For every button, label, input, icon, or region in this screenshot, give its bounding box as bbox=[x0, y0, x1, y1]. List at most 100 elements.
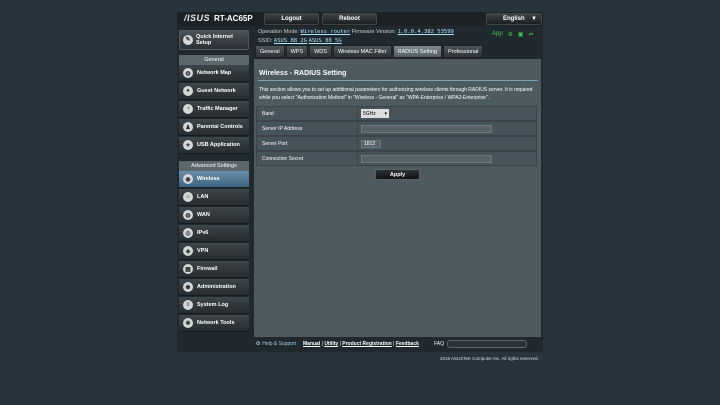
lan-icon: ⌂ bbox=[183, 192, 193, 202]
server-ip-label: Server IP Address bbox=[262, 125, 303, 132]
help-support[interactable]: ✪ Help & Support bbox=[256, 341, 296, 347]
page-title: Wireless - RADIUS Setting bbox=[259, 70, 347, 77]
guest-icon: ● bbox=[183, 86, 193, 96]
quick-internet-setup-button[interactable]: ✎ Quick Internet Setup bbox=[179, 30, 249, 50]
sidebar-item-usb-application[interactable]: ✦ USB Application bbox=[179, 137, 249, 154]
copyright-text: 2019 ASUSTeK Computer Inc. All rights re… bbox=[440, 356, 539, 361]
server-port-label: Server Port bbox=[262, 140, 288, 147]
advanced-section-header: Advanced Settings bbox=[179, 161, 249, 171]
sidebar-item-label: System Log bbox=[197, 302, 229, 308]
firmware-link[interactable]: 1.0.0.4.382_53599 bbox=[398, 29, 454, 35]
sidebar-item-wan[interactable]: ◍ WAN bbox=[179, 207, 249, 224]
help-icon: ✪ bbox=[256, 341, 261, 347]
tab-general[interactable]: General bbox=[255, 45, 285, 58]
faq-label: FAQ bbox=[434, 341, 445, 347]
sidebar-item-parental-controls[interactable]: ♟ Parental Controls bbox=[179, 119, 249, 136]
ssid-2g-link[interactable]: ASUS_88_2G bbox=[274, 38, 307, 44]
tab-bar: General WPS WDS Wireless MAC Filter RADI… bbox=[255, 45, 484, 58]
sidebar-item-label: USB Application bbox=[197, 142, 240, 148]
sidebar-item-lan[interactable]: ⌂ LAN bbox=[179, 189, 249, 206]
sidebar-item-system-log[interactable]: ≡ System Log bbox=[179, 297, 249, 314]
sidebar-item-vpn[interactable]: ◈ VPN bbox=[179, 243, 249, 260]
vpn-icon: ◈ bbox=[183, 246, 193, 256]
operation-mode-link[interactable]: Wireless router bbox=[301, 29, 351, 35]
usb-status-icon[interactable]: ▣ bbox=[518, 31, 524, 38]
qis-icon: ✎ bbox=[183, 35, 193, 45]
gauge-icon: ◔ bbox=[183, 104, 193, 114]
sidebar-item-wireless[interactable]: ◉ Wireless bbox=[179, 171, 249, 188]
model-name: RT-AC65P bbox=[214, 14, 253, 23]
sidebar-item-ipv6[interactable]: ◎ IPv6 bbox=[179, 225, 249, 242]
ssid-label: SSID: bbox=[258, 38, 273, 44]
manual-link[interactable]: Manual bbox=[303, 341, 320, 347]
firmware-label: Firmware Version: bbox=[351, 29, 397, 35]
band-select[interactable]: 5GHz ▾ bbox=[361, 109, 389, 118]
chevron-down-icon: ▼ bbox=[531, 16, 537, 22]
server-port-input[interactable]: 1812 bbox=[361, 139, 381, 148]
firewall-icon: ▦ bbox=[183, 264, 193, 274]
chevron-down-icon: ▾ bbox=[384, 110, 387, 117]
wan-globe-icon: ◍ bbox=[183, 210, 193, 220]
tab-wps[interactable]: WPS bbox=[285, 45, 309, 58]
tab-radius-setting[interactable]: RADIUS Setting bbox=[392, 45, 442, 58]
app-label[interactable]: App bbox=[492, 31, 503, 38]
band-row: Band 5GHz ▾ bbox=[256, 106, 537, 121]
sidebar-item-administration[interactable]: ♚ Administration bbox=[179, 279, 249, 296]
tab-wds[interactable]: WDS bbox=[309, 45, 332, 58]
wifi-icon: ◉ bbox=[183, 174, 193, 184]
logout-button[interactable]: Logout bbox=[264, 13, 319, 25]
connection-secret-row: Connection Secret bbox=[256, 151, 537, 166]
status-info: Operation Mode: Wireless router Firmware… bbox=[258, 28, 454, 46]
sidebar-item-label: Parental Controls bbox=[197, 124, 243, 130]
band-value: 5GHz bbox=[363, 110, 376, 117]
asus-logo: /ISUS bbox=[184, 13, 211, 23]
server-ip-input[interactable] bbox=[361, 124, 492, 133]
qis-label-line2: Setup bbox=[196, 40, 212, 46]
connection-secret-input[interactable] bbox=[361, 154, 492, 163]
connection-secret-label: Connection Secret bbox=[262, 155, 304, 162]
language-value: English bbox=[503, 16, 525, 22]
tab-wireless-mac-filter[interactable]: Wireless MAC Filter bbox=[332, 45, 392, 58]
sidebar-item-label: WAN bbox=[197, 212, 210, 218]
sidebar-item-label: Guest Network bbox=[197, 88, 236, 94]
footer-links: Manual | Utility | Product Registration … bbox=[303, 341, 419, 347]
tools-icon: ✱ bbox=[183, 318, 193, 328]
sidebar-item-label: Administration bbox=[197, 284, 236, 290]
clients-icon[interactable]: ⊕ bbox=[508, 31, 513, 38]
sidebar-item-network-tools[interactable]: ✱ Network Tools bbox=[179, 315, 249, 332]
puzzle-icon: ✦ bbox=[183, 140, 193, 150]
product-registration-link[interactable]: Product Registration bbox=[342, 341, 391, 347]
network-icon[interactable]: ⇌ bbox=[528, 31, 533, 38]
sidebar-item-traffic-manager[interactable]: ◔ Traffic Manager bbox=[179, 101, 249, 118]
log-icon: ≡ bbox=[183, 300, 193, 310]
parental-icon: ♟ bbox=[183, 122, 193, 132]
status-icons: App ⊕ ▣ ⇌ bbox=[492, 31, 533, 38]
sidebar-item-label: Network Map bbox=[197, 70, 232, 76]
sidebar-item-label: LAN bbox=[197, 194, 209, 200]
operation-mode-label: Operation Mode: bbox=[258, 29, 299, 35]
sidebar-item-label: IPv6 bbox=[197, 230, 209, 236]
language-select[interactable]: English ▼ bbox=[486, 13, 542, 25]
apply-button[interactable]: Apply bbox=[375, 169, 420, 180]
tab-professional[interactable]: Professional bbox=[442, 45, 484, 58]
ssid-5g-link[interactable]: ASUS_88_5G bbox=[309, 38, 342, 44]
sidebar-item-label: Network Tools bbox=[197, 320, 235, 326]
reboot-button[interactable]: Reboot bbox=[322, 13, 377, 25]
sidebar-item-label: Wireless bbox=[197, 176, 220, 182]
server-port-row: Server Port 1812 bbox=[256, 136, 537, 151]
general-section-header: General bbox=[179, 55, 249, 65]
server-ip-row: Server IP Address bbox=[256, 121, 537, 136]
band-label: Band bbox=[262, 110, 274, 117]
sidebar-item-label: Firewall bbox=[197, 266, 218, 272]
sidebar-item-guest-network[interactable]: ● Guest Network bbox=[179, 83, 249, 100]
utility-link[interactable]: Utility bbox=[324, 341, 338, 347]
sidebar-item-label: Traffic Manager bbox=[197, 106, 238, 112]
sidebar-item-label: VPN bbox=[197, 248, 209, 254]
feedback-link[interactable]: Feedback bbox=[396, 341, 419, 347]
page-description: This section allows you to set up additi… bbox=[259, 87, 533, 101]
help-support-label: Help & Support bbox=[262, 341, 297, 347]
sidebar-item-firewall[interactable]: ▦ Firewall bbox=[179, 261, 249, 278]
admin-icon: ♚ bbox=[183, 282, 193, 292]
sidebar-item-network-map[interactable]: ◍ Network Map bbox=[179, 65, 249, 82]
faq-search-input[interactable] bbox=[447, 340, 527, 348]
